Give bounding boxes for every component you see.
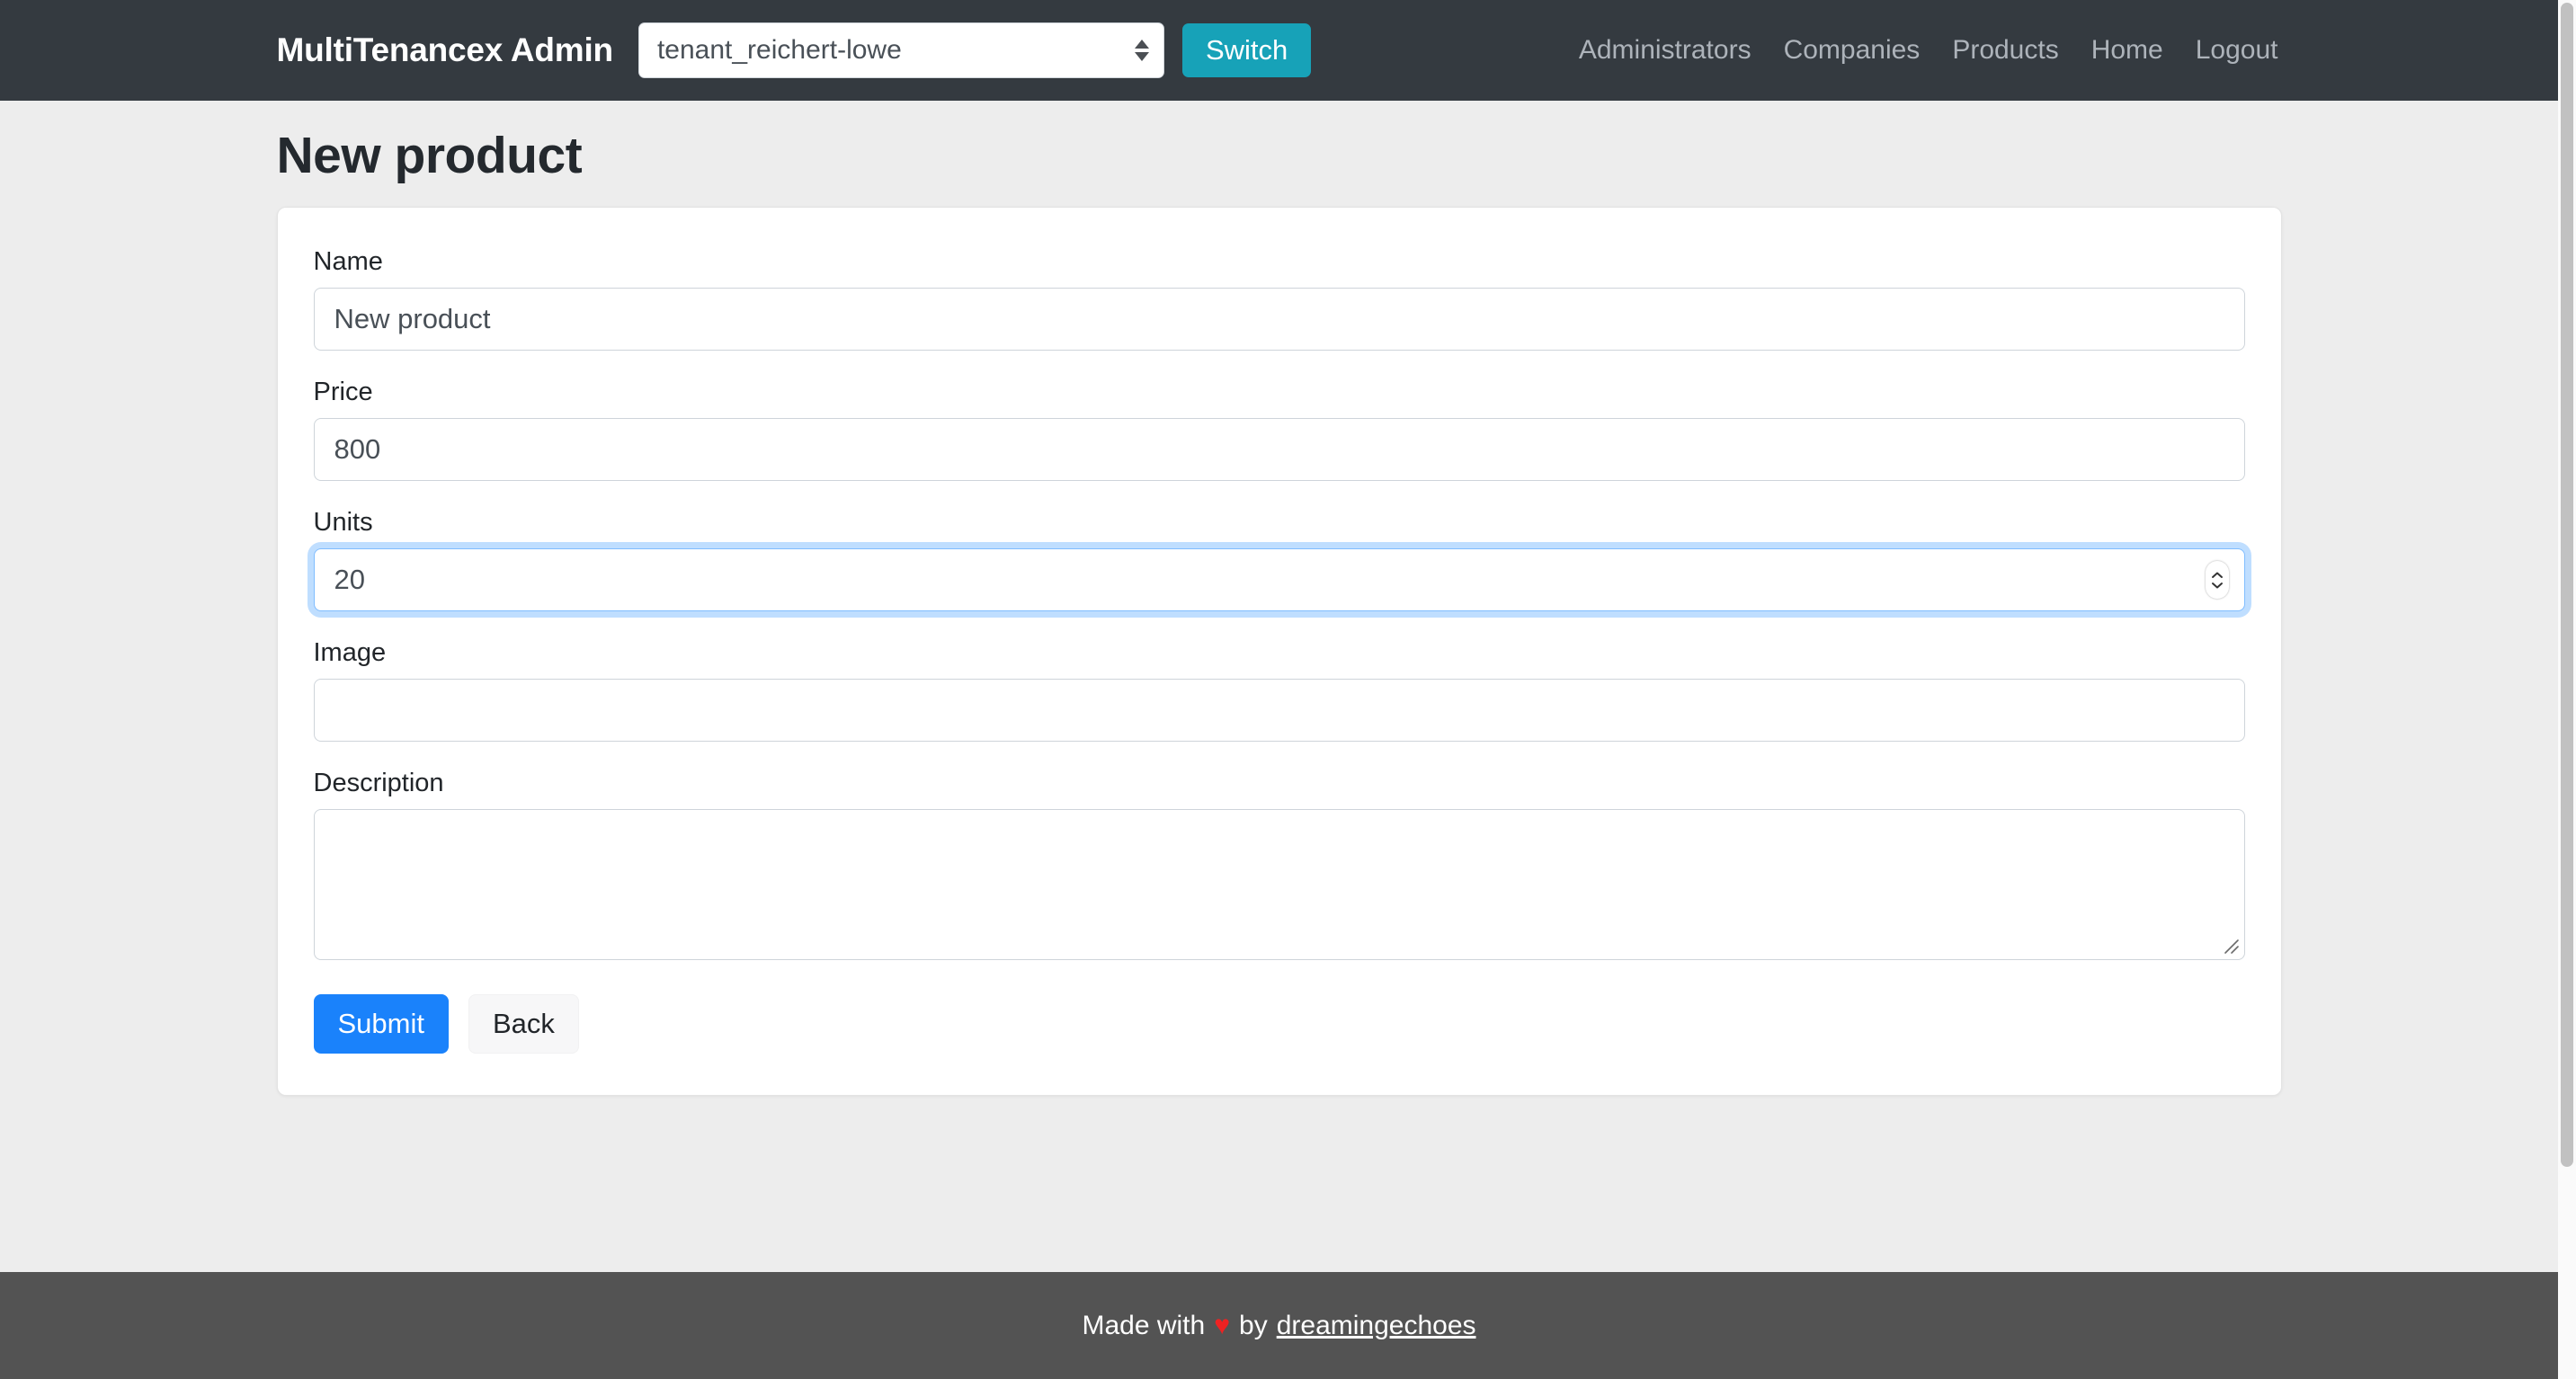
image-input[interactable]	[313, 679, 2245, 742]
product-form-card: Name Price Units	[276, 207, 2282, 1096]
back-button[interactable]: Back	[468, 994, 579, 1054]
field-group-price: Price	[313, 378, 2245, 481]
label-image: Image	[313, 638, 387, 667]
name-input[interactable]	[313, 288, 2245, 351]
field-group-units: Units	[313, 508, 2245, 611]
navbar-links: Administrators Companies Products Home L…	[1563, 35, 2282, 66]
nav-link-administrators[interactable]: Administrators	[1563, 35, 1768, 66]
description-textarea[interactable]	[313, 809, 2245, 960]
nav-link-home[interactable]: Home	[2075, 35, 2179, 66]
footer-prefix: Made with	[1082, 1310, 1206, 1340]
label-name: Name	[313, 247, 383, 276]
nav-link-companies[interactable]: Companies	[1768, 35, 1937, 66]
main-container: New product Name Price Units	[0, 101, 2558, 1272]
select-arrows-icon	[1134, 40, 1149, 61]
nav-link-logout[interactable]: Logout	[2179, 35, 2278, 66]
price-input[interactable]	[313, 418, 2245, 481]
field-group-description: Description	[313, 769, 2245, 960]
field-group-name: Name	[313, 247, 2245, 351]
tenant-select-value: tenant_reichert-lowe	[656, 35, 902, 65]
form-actions: Submit Back	[313, 994, 2245, 1054]
label-description: Description	[313, 769, 444, 797]
switch-button[interactable]: Switch	[1181, 23, 1312, 77]
navbar: MultiTenancex Admin tenant_reichert-lowe…	[0, 0, 2558, 101]
page-root: MultiTenancex Admin tenant_reichert-lowe…	[0, 0, 2576, 1379]
footer-author-link[interactable]: dreamingechoes	[1277, 1311, 1476, 1341]
vertical-scrollbar-track[interactable]	[2558, 0, 2576, 1379]
vertical-scrollbar-thumb[interactable]	[2561, 3, 2573, 1167]
navbar-inner: MultiTenancex Admin tenant_reichert-lowe…	[277, 0, 2282, 101]
submit-button[interactable]: Submit	[313, 994, 449, 1054]
description-textarea-wrapper	[313, 809, 2245, 960]
units-input[interactable]	[313, 548, 2245, 611]
content-wrapper: New product Name Price Units	[276, 101, 2282, 1096]
page-title: New product	[276, 127, 583, 184]
number-stepper-icon[interactable]	[2205, 561, 2229, 599]
footer-middle: by	[1239, 1310, 1268, 1340]
nav-link-products[interactable]: Products	[1936, 35, 2074, 66]
field-group-image: Image	[313, 638, 2245, 742]
heart-icon: ♥	[1214, 1310, 1231, 1340]
label-units: Units	[313, 508, 373, 537]
units-input-wrapper	[313, 548, 2245, 611]
footer-text: Made with ♥ by dreamingechoes	[1082, 1311, 1475, 1341]
label-price: Price	[313, 378, 373, 406]
brand-title[interactable]: MultiTenancex Admin	[277, 31, 614, 69]
footer: Made with ♥ by dreamingechoes	[0, 1272, 2558, 1379]
tenant-select[interactable]: tenant_reichert-lowe	[637, 22, 1164, 78]
